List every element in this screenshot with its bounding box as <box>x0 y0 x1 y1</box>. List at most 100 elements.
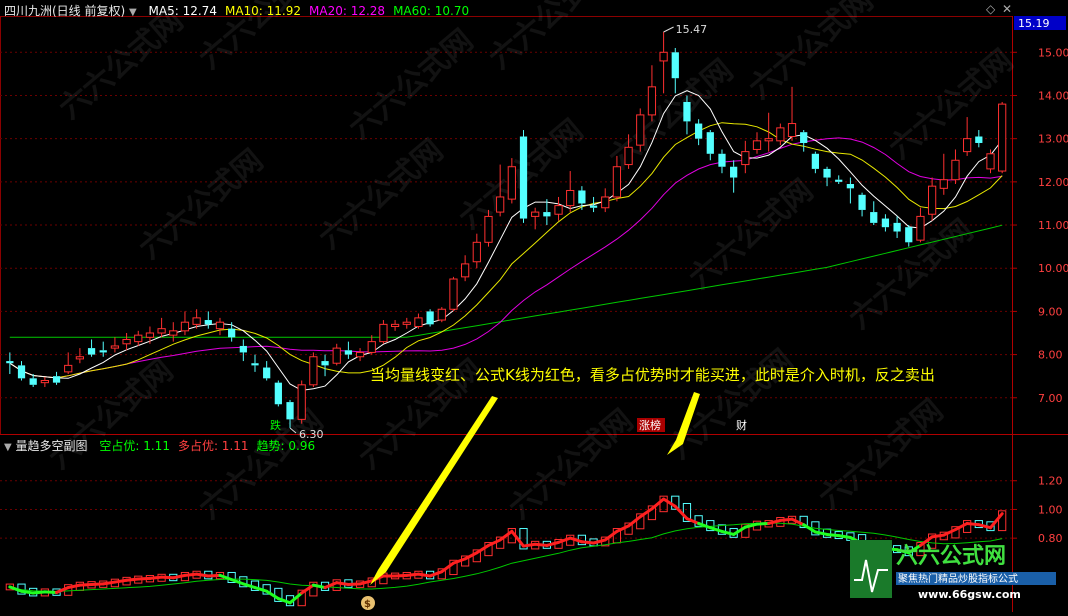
candle-11 <box>134 330 143 346</box>
candle-70 <box>823 166 831 187</box>
main-tick-label-3: 12.00 <box>1038 176 1068 189</box>
candle-body <box>367 341 376 353</box>
candle-46 <box>543 199 551 226</box>
candle-83 <box>975 130 983 148</box>
candle-60 <box>706 130 714 161</box>
candle-73 <box>858 192 866 217</box>
candle-body <box>578 190 586 204</box>
watermark-7: 六六公式网 <box>743 0 880 106</box>
candle-12 <box>145 326 155 344</box>
candle-body <box>215 321 225 330</box>
candle-body <box>647 86 657 116</box>
sub-chart-title[interactable]: 量趋多空副图 <box>16 439 88 453</box>
sub-signal-seg-34 <box>393 573 409 578</box>
sub-signal-seg-83 <box>965 521 981 527</box>
main-tick-label-4: 11.00 <box>1038 219 1068 232</box>
candle-77 <box>905 225 913 247</box>
sub-signal-seg-71 <box>825 532 841 538</box>
sub-signal-seg-11 <box>125 577 140 582</box>
stock-title[interactable]: 四川九洲(日线 前复权) <box>4 4 125 18</box>
candle-body <box>75 356 85 360</box>
candle-body <box>204 320 212 325</box>
candle-body <box>251 363 259 366</box>
sub-signal-seg-5 <box>55 586 70 594</box>
candle-body <box>858 194 866 210</box>
sub-signal-seg-38 <box>440 561 455 574</box>
diamond-icon[interactable]: ◇ <box>986 2 995 16</box>
sub-signal-seg-29 <box>335 581 350 587</box>
sub-signal-seg-9 <box>101 580 117 586</box>
candle-29 <box>344 341 353 359</box>
close-icon[interactable]: ✕ <box>1002 2 1012 16</box>
candle-82 <box>963 117 972 156</box>
candle-1 <box>17 361 26 381</box>
ma-label-2: MA20: 12.28 <box>309 4 386 18</box>
chevron-down-icon[interactable]: ▼ <box>129 7 137 18</box>
sub-signal-seg-35 <box>405 572 420 577</box>
candle-body <box>671 52 679 79</box>
candle-84 <box>986 149 995 174</box>
sub-signal-seg-8 <box>90 582 105 587</box>
candle-25 <box>297 380 306 424</box>
candle-body <box>975 136 983 143</box>
logo-url: www.66gsw.com <box>918 588 1021 601</box>
dollar-marker: $ <box>364 599 371 610</box>
sub-signal-seg-50 <box>580 540 596 545</box>
candle-body <box>787 123 797 138</box>
chart-stage: 15.00 14.00 13.00 12.00 11.00 10.00 9.00 8.00 7.… <box>0 0 1068 612</box>
candle-34 <box>402 317 411 329</box>
candle-17 <box>204 311 212 329</box>
watermark-15: 六六公式网 <box>503 403 640 526</box>
candle-body <box>823 168 831 178</box>
chevron-down-icon[interactable]: ▼ <box>4 442 12 453</box>
candle-body <box>543 212 551 217</box>
sub-signal-seg-16 <box>183 572 199 577</box>
candle-body <box>484 215 493 243</box>
sub-signal-seg-58 <box>673 504 689 521</box>
candle-body <box>730 166 738 178</box>
candle-15 <box>180 311 190 336</box>
candle-body <box>263 367 271 379</box>
candle-55 <box>647 65 657 122</box>
sub-signal-seg-41 <box>475 543 490 555</box>
watermark-9: 六六公式网 <box>133 143 270 266</box>
sub-signal-seg-65 <box>755 521 771 526</box>
candle-27 <box>321 354 329 377</box>
sub-signal-seg-56 <box>650 497 666 511</box>
candle-body <box>321 361 329 366</box>
sub-signal-seg-72 <box>837 534 852 539</box>
sub-signal-seg-70 <box>813 530 829 536</box>
sub-signal-seg-24 <box>276 597 292 605</box>
candle-body <box>589 205 598 208</box>
candle-body <box>6 361 14 364</box>
candle-body <box>309 356 318 386</box>
current-price-label: 15.19 <box>1018 17 1050 30</box>
candle-4 <box>52 371 61 385</box>
sub-tick-label-1: 1.00 <box>1038 503 1063 516</box>
annotation-text: 当均量线变红、公式K线为红色，看多占优势时才能买进，此时是介入时机，反之卖出 <box>370 366 935 384</box>
candle-body <box>741 151 750 166</box>
main-tick-label-6: 9.00 <box>1038 305 1063 318</box>
candle-body <box>601 196 610 209</box>
sub-signal-seg-27 <box>311 583 327 590</box>
candle-69 <box>811 151 819 174</box>
candle-body <box>507 166 516 200</box>
chart-canvas: 15.00 14.00 13.00 12.00 11.00 10.00 9.00 8.00 7.… <box>0 0 1068 612</box>
main-tick-label-1: 14.00 <box>1038 89 1068 102</box>
sub-signal-seg-10 <box>113 578 129 584</box>
candle-body <box>659 51 668 62</box>
sub-signal-seg-55 <box>638 507 654 519</box>
candle-54 <box>636 108 645 152</box>
sub-signal-seg-25 <box>288 591 304 605</box>
sub-signal-seg-47 <box>545 540 561 547</box>
candle-body <box>64 364 73 373</box>
candle-72 <box>846 177 855 204</box>
candle-32 <box>379 320 388 344</box>
sub-signal-seg-15 <box>171 573 187 580</box>
candle-39 <box>461 255 470 282</box>
candle-body <box>612 166 622 198</box>
watermark-3: 六六公式网 <box>483 0 620 76</box>
candle-body <box>286 402 294 420</box>
sub-signal-seg-80 <box>930 533 946 539</box>
ma-label-3: MA60: 10.70 <box>393 4 470 18</box>
